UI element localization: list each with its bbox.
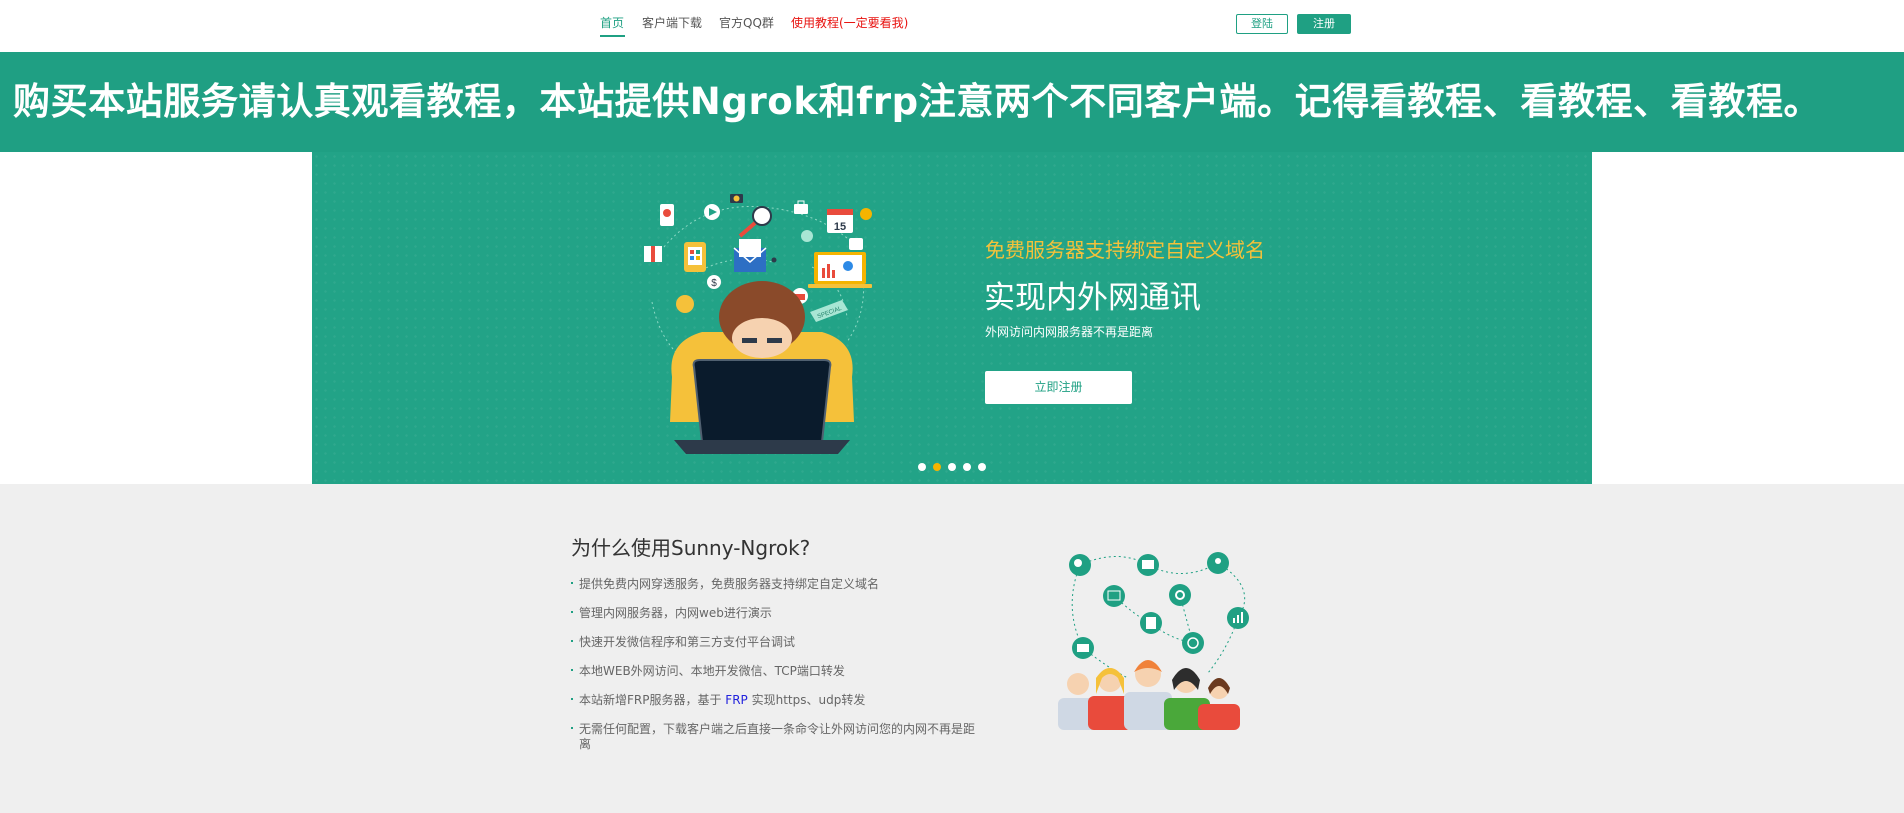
feature-item: 本地WEB外网访问、本地开发微信、TCP端口转发 (571, 664, 981, 679)
frp-link[interactable]: FRP (725, 693, 747, 707)
calculator-icon (1140, 612, 1162, 634)
calendar-icon: 15 (827, 209, 853, 233)
clock-icon (1182, 632, 1204, 654)
nav-client-download-link[interactable]: 客户端下载 (642, 14, 702, 31)
hero-subtitle: 外网访问内网服务器不再是距离 (985, 325, 1154, 339)
feature-item: 提供免费内网穿透服务，免费服务器支持绑定自定义域名 (571, 577, 981, 592)
laptop-back (674, 359, 850, 454)
nav-tutorial-link[interactable]: 使用教程(一定要看我) (791, 14, 908, 31)
image-icon (1103, 585, 1125, 607)
nav-home-link[interactable]: 首页 (600, 14, 624, 31)
location-pin-icon (771, 257, 777, 263)
hero-carousel: 15 $ SPECIAL 免费服务器支持绑定自定义域名 实现内外网通讯 外网访问… (312, 152, 1592, 484)
users-icon (1207, 552, 1229, 574)
nav-qq-group-link[interactable]: 官方QQ群 (719, 14, 774, 31)
team-people (1058, 660, 1240, 730)
top-nav: 首页 客户端下载 官方QQ群 使用教程(一定要看我) 登陆 注册 (0, 0, 1904, 52)
feature-frp-prefix: 本站新增FRP服务器，基于 (579, 693, 726, 707)
lightbulb-icon (676, 295, 694, 313)
magnifier-icon (738, 206, 772, 238)
notice-text: 购买本站服务请认真观看教程，本站提供Ngrok和frp注意两个不同客户端。记得看… (13, 80, 1822, 123)
bar-chart-icon (1227, 607, 1249, 629)
svg-text:$: $ (711, 278, 717, 289)
carousel-dot[interactable] (978, 463, 986, 471)
feature-item: 快速开发微信程序和第三方支付平台调试 (571, 635, 981, 650)
feature-item-frp: 本站新增FRP服务器，基于 FRP 实现https、udp转发 (571, 693, 981, 708)
feature-list: 提供免费内网穿透服务，免费服务器支持绑定自定义域名 管理内网服务器，内网web进… (571, 577, 981, 766)
mail-icon (733, 239, 767, 272)
feature-frp-suffix: 实现https、udp转发 (747, 693, 866, 707)
settings-icon (1169, 584, 1191, 606)
chat-icon (1069, 554, 1091, 576)
camera-icon (730, 194, 743, 203)
notice-banner: 购买本站服务请认真观看教程，本站提供Ngrok和frp注意两个不同客户端。记得看… (0, 52, 1904, 152)
features-heading: 为什么使用Sunny-Ngrok? (571, 536, 811, 560)
hero-register-button[interactable]: 立即注册 (985, 371, 1132, 404)
carousel-dot[interactable] (948, 463, 956, 471)
person-laptop-illustration: 15 $ SPECIAL (644, 194, 872, 454)
carousel-pagination (918, 463, 986, 471)
folder-icon (1137, 554, 1159, 576)
browser-icon (849, 238, 863, 250)
feature-item: 无需任何配置，下载客户端之后直接一条命令让外网访问您的内网不再是距离 (571, 722, 981, 752)
briefcase-icon (794, 200, 808, 214)
gift-icon (644, 246, 662, 262)
carousel-dot[interactable] (933, 463, 941, 471)
nav-active-indicator (600, 35, 625, 37)
carousel-dot[interactable] (963, 463, 971, 471)
register-button[interactable]: 注册 (1297, 14, 1351, 34)
feature-item: 管理内网服务器，内网web进行演示 (571, 606, 981, 621)
carousel-dot[interactable] (918, 463, 926, 471)
note-icon (801, 230, 813, 242)
hero-title: 实现内外网通讯 (984, 280, 1201, 316)
play-icon (704, 204, 720, 220)
svg-text:15: 15 (834, 221, 846, 233)
dollar-icon: $ (707, 275, 721, 289)
special-tag-icon: SPECIAL (810, 300, 848, 322)
hero-kicker: 免费服务器支持绑定自定义域名 (985, 238, 1265, 262)
phone-icon (660, 204, 674, 226)
laptop-chart-icon (808, 252, 872, 288)
features-section: 为什么使用Sunny-Ngrok? 提供免费内网穿透服务，免费服务器支持绑定自定… (0, 484, 1904, 813)
team-network-illustration (1058, 552, 1249, 730)
music-badge-icon (860, 208, 872, 220)
login-button[interactable]: 登陆 (1236, 14, 1288, 34)
tablet-icon (684, 242, 706, 272)
mail-icon (1072, 637, 1094, 659)
